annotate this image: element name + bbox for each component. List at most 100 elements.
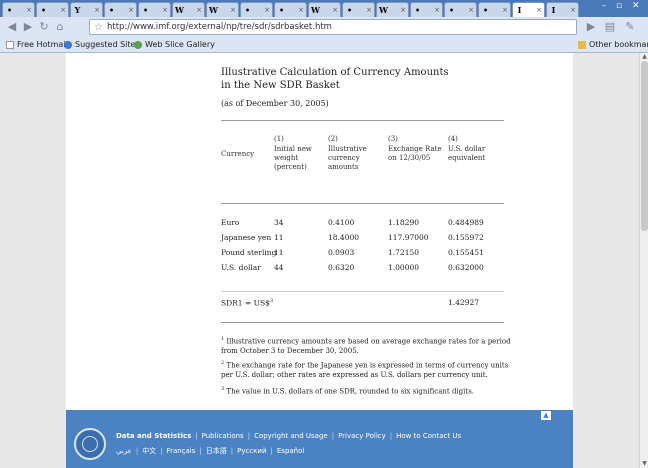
as-of-date: (as of December 30, 2005) (221, 99, 329, 108)
tab-close-icon[interactable]: × (434, 6, 440, 14)
browser-tab[interactable]: • × (138, 2, 171, 17)
total-sup: 3 (269, 298, 274, 304)
footer-language-link[interactable]: Español (277, 447, 304, 455)
table-cell-currency: Euro (221, 218, 240, 227)
bookmark-web-slice-gallery[interactable]: Web Slice Gallery (134, 40, 215, 49)
footer-separator: | (199, 447, 202, 455)
other-bookmarks-label: Other bookmarks (589, 40, 648, 49)
header-col4-label: U.S. dollar equivalent (448, 145, 486, 162)
back-arrow-icon[interactable]: ◀ (4, 19, 20, 35)
tab-close-icon[interactable]: × (94, 6, 100, 14)
table-header-rule (221, 203, 504, 204)
browser-tab[interactable]: Y × (70, 2, 103, 17)
home-icon[interactable]: ⌂ (52, 19, 68, 35)
vertical-scrollbar[interactable]: ▲ ▼ (639, 53, 648, 468)
browser-tab[interactable]: • × (104, 2, 137, 17)
footer-separator: | (160, 447, 163, 455)
browser-tab[interactable]: • × (2, 2, 35, 17)
scroll-up-arrow-icon[interactable]: ▲ (640, 53, 648, 61)
total-value: 1.42927 (448, 298, 480, 307)
browser-tab[interactable]: • × (444, 2, 477, 17)
title-line-1: Illustrative Calculation of Currency Amo… (221, 67, 449, 78)
tab-close-icon[interactable]: × (60, 6, 66, 14)
footer-link[interactable]: How to Contact Us (396, 432, 461, 440)
folder-icon (578, 40, 586, 49)
browser-tab[interactable]: • × (410, 2, 443, 17)
table-cell-usd: 0.484989 (448, 218, 484, 227)
tab-close-icon[interactable]: × (468, 6, 474, 14)
browser-tab[interactable]: • × (240, 2, 273, 17)
doc-icon: • (482, 4, 489, 15)
tab-close-icon[interactable]: × (162, 6, 168, 14)
bookmark-free-hotmail[interactable]: Free Hotmail (6, 40, 68, 49)
tab-close-icon[interactable]: × (570, 6, 576, 14)
bookmark-suggested-sites[interactable]: Suggested Sites (64, 40, 140, 49)
table-cell-amount: 0.6320 (328, 263, 355, 272)
google-icon: • (414, 4, 421, 15)
minimize-button[interactable]: – (602, 1, 607, 11)
tab-close-icon[interactable]: × (332, 6, 338, 14)
tab-close-icon[interactable]: × (502, 6, 508, 14)
browser-tab[interactable]: I × (512, 2, 545, 17)
page-viewport: Illustrative Calculation of Currency Amo… (0, 53, 639, 468)
page-menu-icon[interactable]: ▤ (602, 19, 618, 35)
browser-tab[interactable]: I × (546, 2, 579, 17)
game-icon: • (244, 4, 251, 15)
footer-language-link[interactable]: 日本語 (206, 447, 227, 455)
tab-close-icon[interactable]: × (366, 6, 372, 14)
footer-link[interactable]: Data and Statistics (116, 432, 191, 440)
table-cell-usd: 0.632000 (448, 263, 484, 272)
wrench-icon[interactable]: ✎ (622, 19, 638, 35)
footer-link[interactable]: Publications (202, 432, 244, 440)
go-arrow-icon[interactable]: ▶ (583, 19, 599, 35)
scroll-down-arrow-icon[interactable]: ▼ (640, 460, 648, 468)
tab-close-icon[interactable]: × (230, 6, 236, 14)
other-bookmarks[interactable]: Other bookmarks (578, 40, 648, 49)
footer-language-link[interactable]: Français (167, 447, 196, 455)
footnote-2: 2 The exchange rate for the Japanese yen… (221, 358, 511, 380)
browser-tab[interactable]: • × (36, 2, 69, 17)
browser-tab[interactable]: W × (206, 2, 239, 17)
header-col1-num: (1) (274, 135, 284, 143)
footer-separator: | (195, 432, 198, 440)
reload-icon[interactable]: ↻ (36, 19, 52, 35)
close-window-button[interactable]: ✕ (632, 1, 640, 11)
table-cell-weight: 11 (274, 248, 284, 257)
tab-close-icon[interactable]: × (128, 6, 134, 14)
footer-links-languages: عربي | 中文 | Français | 日本語 | Русский | Español (116, 446, 308, 456)
tab-close-icon[interactable]: × (298, 6, 304, 14)
footer-separator: | (389, 432, 393, 440)
browser-tab[interactable]: W × (376, 2, 409, 17)
tab-close-icon[interactable]: × (400, 6, 406, 14)
browser-tab[interactable]: W × (172, 2, 205, 17)
tab-close-icon[interactable]: × (536, 6, 542, 14)
header-col2-num: (2) (328, 135, 338, 143)
browser-tab[interactable]: • × (274, 2, 307, 17)
footer-language-link[interactable]: Русский (237, 447, 266, 455)
address-bar[interactable]: ☆ http://www.imf.org/external/np/tre/sdr… (89, 19, 577, 35)
footer-link[interactable]: Privacy Policy (338, 432, 386, 440)
doc-icon: I (551, 4, 556, 15)
table-cell-rate: 1.72150 (388, 248, 420, 257)
bookmarks-bar: Free Hotmail Suggested Sites Web Slice G… (0, 37, 648, 53)
star-icon[interactable]: ☆ (94, 22, 103, 33)
forward-arrow-icon[interactable]: ▶ (20, 19, 36, 35)
browser-tab[interactable]: • × (478, 2, 511, 17)
tab-close-icon[interactable]: × (264, 6, 270, 14)
browser-tab[interactable]: W × (308, 2, 341, 17)
scrollbar-thumb[interactable] (641, 61, 648, 231)
table-cell-currency: U.S. dollar (221, 263, 261, 272)
maximize-button[interactable]: ▫ (616, 1, 622, 11)
gcal-icon: • (108, 4, 115, 15)
tab-close-icon[interactable]: × (196, 6, 202, 14)
footer-language-link[interactable]: 中文 (142, 447, 156, 455)
browser-tab[interactable]: • × (342, 2, 375, 17)
table-cell-amount: 18.4000 (328, 233, 360, 242)
page-icon (6, 40, 14, 49)
page-title: Illustrative Calculation of Currency Amo… (221, 66, 449, 92)
header-col2-label: Illustrative currency amounts (328, 145, 367, 171)
back-to-top-icon[interactable]: ▲ (541, 411, 551, 420)
footer-link[interactable]: Copyright and Usage (254, 432, 328, 440)
tab-close-icon[interactable]: × (26, 6, 32, 14)
footer-language-link[interactable]: عربي (116, 447, 132, 455)
